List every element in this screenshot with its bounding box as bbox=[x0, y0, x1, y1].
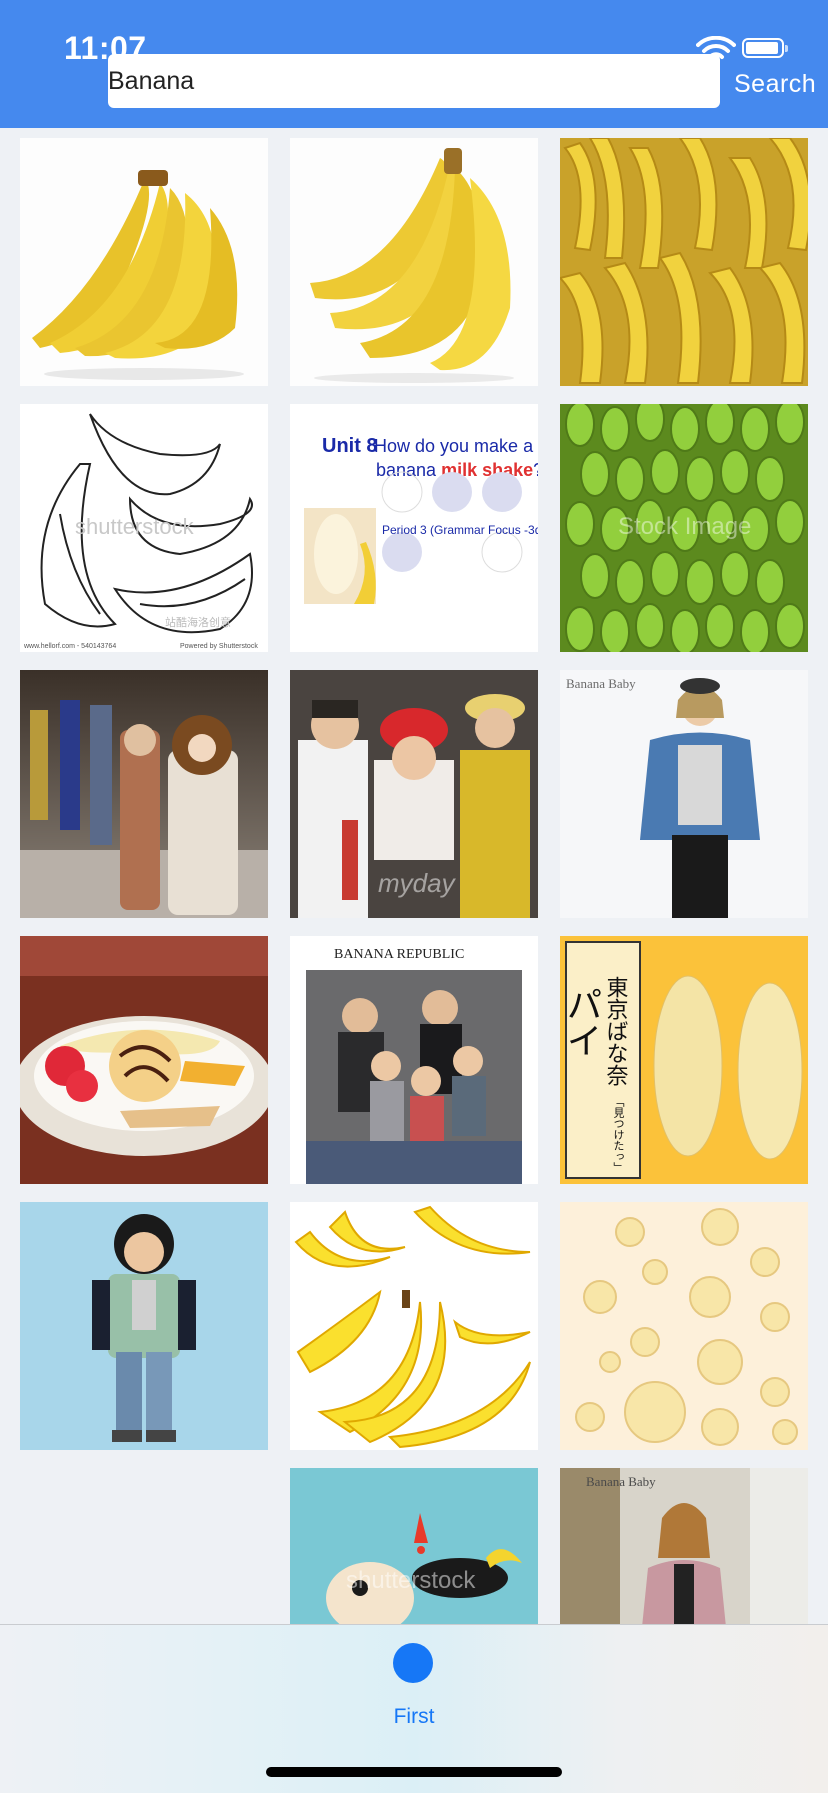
slipping-cartoon-image: shutterstock bbox=[290, 1468, 538, 1624]
image-results-grid: shutterstock 站酷海洛创意 www.hellorf.com - 54… bbox=[0, 128, 828, 1624]
svg-text:Period 3 (Grammar Focus -3d): Period 3 (Grammar Focus -3d) bbox=[382, 523, 538, 537]
svg-text:www.hellorf.com - 540143764: www.hellorf.com - 540143764 bbox=[23, 643, 116, 650]
pink-coat-model-image: Banana Baby bbox=[560, 1468, 808, 1624]
result-tile-4[interactable]: shutterstock 站酷海洛创意 www.hellorf.com - 54… bbox=[20, 404, 268, 652]
result-tile-6[interactable]: Stock Image bbox=[560, 404, 808, 652]
tab-bar: First bbox=[0, 1624, 828, 1793]
runway-fashion-image bbox=[20, 670, 268, 918]
svg-text:myday: myday bbox=[378, 868, 457, 898]
battery-icon bbox=[742, 38, 788, 58]
svg-text:パイ: パイ bbox=[562, 986, 603, 1058]
result-tile-10[interactable] bbox=[20, 936, 268, 1184]
green-bananas-image: Stock Image bbox=[560, 404, 808, 652]
banana-split-image bbox=[20, 936, 268, 1184]
result-tile-11[interactable]: BANANA REPUBLIC bbox=[290, 936, 538, 1184]
svg-text:shutterstock: shutterstock bbox=[75, 514, 195, 539]
banana-bunch-image bbox=[290, 138, 538, 386]
svg-text:How do you make a: How do you make a bbox=[374, 436, 534, 456]
cartoon-bananas-image bbox=[290, 1202, 538, 1450]
banana-slices-image bbox=[560, 1202, 808, 1450]
search-button[interactable]: Search bbox=[734, 64, 818, 104]
banana-republic-family-image: BANANA REPUBLIC bbox=[290, 936, 538, 1184]
result-tile-3[interactable] bbox=[560, 138, 808, 386]
fashion-group-image: myday bbox=[290, 670, 538, 918]
result-tile-15[interactable] bbox=[560, 1202, 808, 1450]
svg-text:Powered by Shutterstock: Powered by Shutterstock bbox=[180, 643, 258, 650]
banana-pile-image bbox=[560, 138, 808, 386]
tab-first[interactable]: First bbox=[364, 1643, 464, 1739]
svg-text:Stock Image: Stock Image bbox=[618, 513, 751, 540]
banana-bunch-image bbox=[20, 138, 268, 386]
result-tile-12[interactable]: 東京ばな奈 パイ 「見つけたっ」 bbox=[560, 936, 808, 1184]
result-tile-17[interactable]: Banana Baby bbox=[560, 1468, 808, 1624]
denim-jacket-model-image: Banana Baby bbox=[560, 670, 808, 918]
tokyo-banana-cake-image: 東京ばな奈 パイ 「見つけたっ」 bbox=[560, 936, 808, 1184]
home-indicator bbox=[266, 1767, 562, 1777]
svg-text:Banana Baby: Banana Baby bbox=[586, 1474, 656, 1489]
navigation-header: 11:07 Search bbox=[0, 0, 828, 128]
svg-text:東京ばな奈: 東京ばな奈 bbox=[604, 976, 629, 1086]
result-tile-9[interactable]: Banana Baby bbox=[560, 670, 808, 918]
result-tile-2[interactable] bbox=[290, 138, 538, 386]
svg-text:BANANA REPUBLIC: BANANA REPUBLIC bbox=[334, 947, 464, 962]
result-tile-14[interactable] bbox=[290, 1202, 538, 1450]
result-tile-13[interactable] bbox=[20, 1202, 268, 1450]
banana-sketch-image: shutterstock 站酷海洛创意 www.hellorf.com - 54… bbox=[20, 404, 268, 652]
result-tile-1[interactable] bbox=[20, 138, 268, 386]
svg-text:「見つけたっ」: 「見つけたっ」 bbox=[612, 1096, 625, 1173]
result-tile-8[interactable]: myday bbox=[290, 670, 538, 918]
boy-in-jacket-image bbox=[20, 1202, 268, 1450]
svg-text:站酷海洛创意: 站酷海洛创意 bbox=[165, 615, 231, 629]
tab-label: First bbox=[393, 1705, 435, 1728]
search-input[interactable] bbox=[108, 54, 720, 108]
svg-text:Banana Baby: Banana Baby bbox=[566, 676, 636, 691]
result-tile-16[interactable]: shutterstock bbox=[290, 1468, 538, 1624]
circle-icon bbox=[393, 1643, 433, 1683]
result-tile-7[interactable] bbox=[20, 670, 268, 918]
milkshake-lesson-image: Unit 8 How do you make a banana milk sha… bbox=[290, 404, 538, 652]
svg-text:shutterstock: shutterstock bbox=[346, 1567, 476, 1594]
svg-text:Unit 8: Unit 8 bbox=[322, 435, 378, 457]
result-tile-5[interactable]: Unit 8 How do you make a banana milk sha… bbox=[290, 404, 538, 652]
